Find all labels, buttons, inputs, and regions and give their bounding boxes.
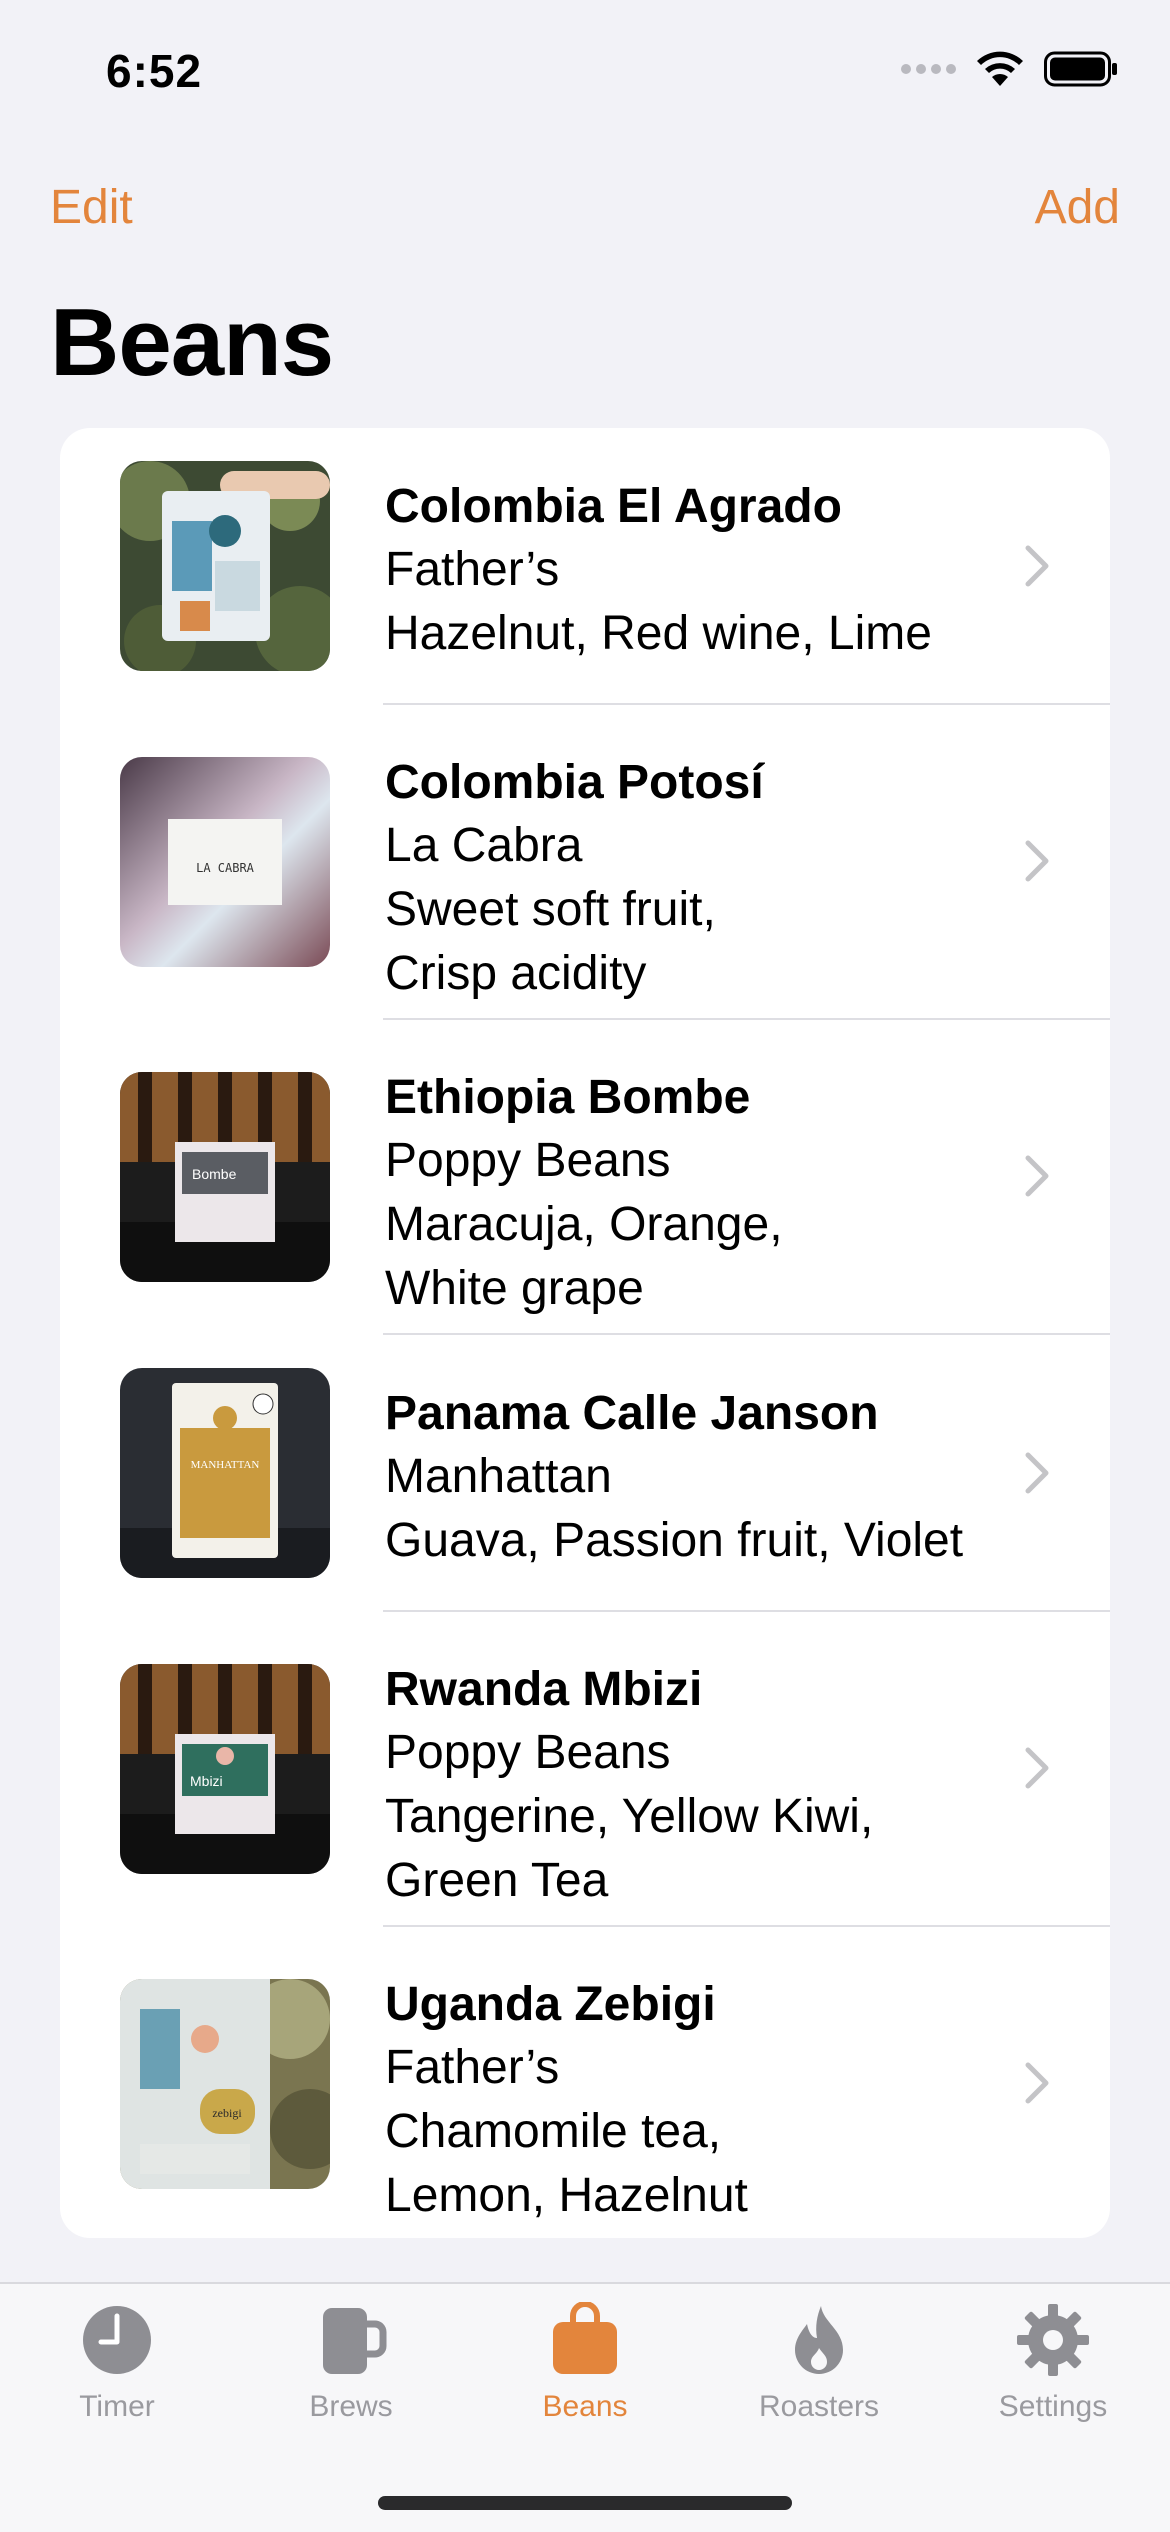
status-icons: [901, 50, 1118, 88]
bean-notes: Green Tea: [385, 1854, 609, 1907]
bean-roaster: La Cabra: [385, 819, 583, 872]
bean-text: Panama Calle Janson Manhattan Guava, Pas…: [385, 1383, 963, 1573]
tab-label: Roasters: [758, 2390, 880, 2423]
list-item[interactable]: Bombe Ethiopia Bombe Poppy Beans Maracuj…: [60, 1020, 1110, 1333]
bean-roaster: Poppy Beans: [385, 1726, 671, 1779]
tab-roasters[interactable]: Roasters: [702, 2302, 936, 2424]
package-label: MANHATTAN: [191, 1459, 260, 1471]
package-label: Bombe: [192, 1166, 237, 1182]
mug-icon: [323, 2308, 387, 2374]
bean-name: Ethiopia Bombe: [385, 1071, 751, 1124]
bean-notes: Sweet soft fruit,: [385, 883, 716, 936]
chevron-right-icon: [1025, 545, 1049, 587]
package-label: zebigi: [212, 2106, 242, 2120]
tab-bar: Timer Brews Beans Roasters Settings: [0, 2282, 1170, 2532]
bean-notes: Lemon, Hazelnut: [385, 2169, 748, 2222]
bean-text: Rwanda Mbizi Poppy Beans Tangerine, Yell…: [385, 1659, 873, 1913]
bean-photo: MANHATTAN: [120, 1368, 330, 1578]
bean-text: Uganda Zebigi Father’s Chamomile tea, Le…: [385, 1974, 748, 2228]
bean-notes: Crisp acidity: [385, 947, 647, 1000]
bean-photo: Bombe: [120, 1072, 330, 1282]
bean-name: Rwanda Mbizi: [385, 1663, 703, 1716]
clock-icon: [83, 2306, 151, 2374]
add-button[interactable]: Add: [1035, 180, 1120, 235]
cellular-signal-icon: [901, 64, 956, 74]
bean-name: Uganda Zebigi: [385, 1978, 716, 2031]
bean-roaster: Father’s: [385, 543, 560, 596]
tab-label: Brews: [309, 2390, 393, 2423]
tab-brews[interactable]: Brews: [234, 2302, 468, 2424]
bean-notes: Maracuja, Orange,: [385, 1198, 783, 1251]
status-time: 6:52: [106, 45, 203, 97]
bean-text: Colombia Potosí La Cabra Sweet soft frui…: [385, 752, 764, 1006]
package-label: Mbizi: [190, 1773, 223, 1789]
bean-photo: [120, 461, 330, 671]
tab-label: Beans: [542, 2390, 628, 2423]
bean-roaster: Poppy Beans: [385, 1134, 671, 1187]
bean-notes: Hazelnut, Red wine, Lime: [385, 607, 932, 660]
bean-photo: Mbizi: [120, 1664, 330, 1874]
list-item[interactable]: MANHATTAN Panama Calle Janson Manhattan …: [60, 1335, 1110, 1610]
chevron-right-icon: [1025, 1155, 1049, 1197]
bean-roaster: Manhattan: [385, 1450, 612, 1503]
bean-photo: LA CABRA: [120, 757, 330, 967]
wifi-icon: [977, 51, 1023, 86]
bean-name: Colombia Potosí: [385, 756, 764, 809]
list-item[interactable]: LA CABRA Colombia Potosí La Cabra Sweet …: [60, 705, 1110, 1018]
tab-label: Settings: [998, 2390, 1108, 2423]
list-item[interactable]: Colombia El Agrado Father’s Hazelnut, Re…: [60, 428, 1110, 703]
list-item[interactable]: Mbizi Rwanda Mbizi Poppy Beans Tangerine…: [60, 1612, 1110, 1925]
beans-list: Colombia El Agrado Father’s Hazelnut, Re…: [60, 428, 1110, 2238]
chevron-right-icon: [1025, 840, 1049, 882]
bean-text: Colombia El Agrado Father’s Hazelnut, Re…: [385, 476, 932, 666]
chevron-right-icon: [1025, 2062, 1049, 2104]
status-bar: 6:52: [0, 0, 1170, 150]
tab-label: Timer: [79, 2390, 155, 2423]
tab-beans[interactable]: Beans: [468, 2302, 702, 2424]
home-indicator[interactable]: [378, 2496, 792, 2510]
chevron-right-icon: [1025, 1747, 1049, 1789]
gear-icon: [1017, 2304, 1089, 2376]
bean-notes: Chamomile tea,: [385, 2105, 722, 2158]
bean-name: Panama Calle Janson: [385, 1387, 879, 1440]
bean-photo: zebigi: [120, 1979, 330, 2189]
bean-text: Ethiopia Bombe Poppy Beans Maracuja, Ora…: [385, 1067, 783, 1321]
bean-notes: Guava, Passion fruit, Violet: [385, 1514, 964, 1567]
tab-timer[interactable]: Timer: [0, 2302, 234, 2424]
chevron-right-icon: [1025, 1452, 1049, 1494]
flame-icon: [795, 2306, 843, 2374]
page-title: Beans: [50, 289, 334, 396]
bean-roaster: Father’s: [385, 2041, 560, 2094]
tab-settings[interactable]: Settings: [936, 2302, 1170, 2424]
bean-name: Colombia El Agrado: [385, 480, 842, 533]
list-item[interactable]: zebigi Uganda Zebigi Father’s Chamomile …: [60, 1927, 1110, 2238]
bean-notes: White grape: [385, 1262, 644, 1315]
package-label: LA CABRA: [196, 861, 255, 875]
bag-icon: [553, 2302, 617, 2374]
bean-notes: Tangerine, Yellow Kiwi,: [385, 1790, 874, 1843]
edit-button[interactable]: Edit: [50, 180, 133, 235]
battery-icon: [1044, 51, 1117, 87]
